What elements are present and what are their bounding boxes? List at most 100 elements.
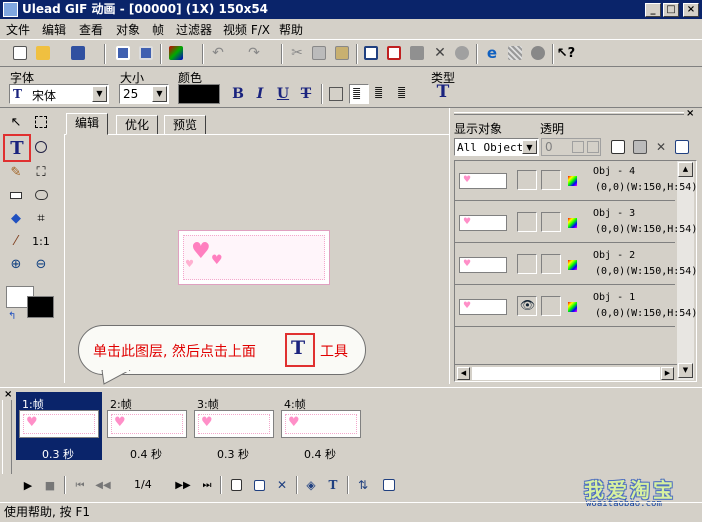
paintbrush-tool-icon[interactable]: ✎ [5,161,27,183]
object-properties-icon[interactable] [672,137,692,157]
tab-optimize[interactable]: 优化 [116,115,159,135]
reverse-order-icon[interactable]: ⇅ [353,475,373,495]
import-icon[interactable] [113,43,133,63]
object-row[interactable]: ♥ Obj - 4 (0,0)(W:150,H:54) [455,161,697,201]
chevron-down-icon[interactable]: ▼ [152,86,167,102]
lock-toggle[interactable] [541,212,561,232]
canvas-image[interactable]: ♥ ♥ ♥ [178,230,330,285]
align-center-icon[interactable]: ≡ ≡ [371,84,391,104]
frame-thumbnail[interactable]: 3:帧 ♥ 0.3 秒 [191,392,277,461]
chevron-down-icon[interactable]: ▼ [92,86,107,102]
ellipse-select-icon[interactable] [30,184,52,206]
export-icon[interactable] [136,43,156,63]
last-frame-icon[interactable]: ⏭ [197,475,217,495]
menu-frame[interactable]: 帧 [152,21,164,38]
dropdown-button[interactable] [587,141,599,153]
bold-button[interactable]: B [228,84,248,104]
duplicate-frame-icon[interactable] [249,475,269,495]
panel-grip[interactable] [454,112,684,115]
delete-object-icon[interactable]: ✕ [651,137,671,157]
text-effects-icon[interactable] [326,84,346,104]
frame-thumbnail[interactable]: 2:帧 ♥ 0.4 秒 [104,392,190,461]
fill-bucket-icon[interactable]: ◆ [5,207,27,229]
font-dropdown[interactable]: T 宋体 ▼ [9,84,109,104]
optimize-icon[interactable] [505,43,525,63]
menu-edit[interactable]: 编辑 [42,21,66,38]
visibility-toggle[interactable] [517,170,537,190]
duplicate-object-icon[interactable] [630,137,650,157]
transform-tool-icon[interactable] [30,136,52,158]
align-left-icon[interactable]: ≡ ≡ [349,84,369,104]
text-color-swatch[interactable] [178,84,220,104]
play-icon[interactable]: ▶ [18,475,38,495]
hscroll-track[interactable] [472,367,660,380]
visibility-toggle[interactable] [517,212,537,232]
menu-video-fx[interactable]: 视频 F/X [223,21,270,38]
undo-icon[interactable]: ↶ [208,43,228,63]
zoom-out-icon[interactable]: ⊖ [30,253,52,275]
lock-toggle[interactable] [541,296,561,316]
stop-icon[interactable]: ■ [40,475,60,495]
underline-button[interactable]: U [273,84,293,104]
open-folder-icon[interactable] [33,43,53,63]
add-frame-icon[interactable] [226,475,246,495]
menu-view[interactable]: 查看 [79,21,103,38]
settings-icon[interactable] [528,43,548,63]
spin-buttons[interactable] [572,141,584,153]
banner-text-icon[interactable]: T [323,475,343,495]
next-frame-icon[interactable]: ▶▶ [173,475,193,495]
save-icon[interactable] [68,43,88,63]
tab-preview[interactable]: 预览 [164,115,207,135]
frame-panel-grip[interactable] [2,400,12,474]
wizard-icon[interactable] [166,43,186,63]
delete-frame-icon[interactable]: ✕ [272,475,292,495]
visibility-toggle[interactable]: 👁 [517,296,537,316]
tab-edit[interactable]: 编辑 [66,113,109,135]
redo-icon[interactable]: ↷ [244,43,264,63]
menu-filter[interactable]: 过滤器 [176,21,212,38]
add-image-icon[interactable] [407,43,427,63]
eraser-tool-icon[interactable] [5,184,27,206]
frame-properties-icon[interactable] [379,475,399,495]
transparency-field[interactable]: 0 [541,138,601,156]
italic-button[interactable]: I [250,84,270,104]
rotate-icon[interactable] [452,43,472,63]
minimize-button[interactable]: _ [645,3,661,17]
new-object-icon[interactable] [608,137,628,157]
marquee-tool-icon[interactable] [30,111,52,133]
frame-thumbnail[interactable]: 4:帧 ♥ 0.4 秒 [278,392,364,461]
visibility-toggle[interactable] [517,254,537,274]
browser-preview-icon[interactable]: e [482,43,502,63]
close-icon[interactable]: × [4,389,12,400]
eyedropper-icon[interactable]: ⁄ [5,230,27,252]
lock-toggle[interactable] [541,170,561,190]
object-filter-dropdown[interactable]: All Objects ▼ [454,138,539,156]
frame-thumbnail[interactable]: 1:帧 ♥ 0.3 秒 [16,392,102,461]
maximize-button[interactable]: □ [663,3,679,17]
new-file-icon[interactable] [10,43,30,63]
previous-frame-icon[interactable]: ◀◀ [93,475,113,495]
swap-colors-icon[interactable]: ↰ [8,311,16,322]
tween-icon[interactable]: ◈ [301,475,321,495]
copy-icon[interactable] [309,43,329,63]
scroll-up-icon[interactable]: ▲ [678,162,693,177]
menu-file[interactable]: 文件 [6,21,30,38]
menu-object[interactable]: 对象 [116,21,140,38]
delete-frame-icon[interactable] [384,43,404,63]
paste-icon[interactable] [332,43,352,63]
help-pointer-icon[interactable]: ↖? [556,43,576,63]
crop-tool-icon[interactable]: ⌗ [30,207,52,229]
align-right-icon[interactable]: ≡ ≡ [393,84,413,104]
object-list-hscrollbar[interactable]: ◀ ▶ [455,364,677,381]
crop-icon[interactable]: ✕ [430,43,450,63]
close-icon[interactable]: × [686,108,694,119]
actual-size-icon[interactable]: 1:1 [30,230,52,252]
object-row[interactable]: ♥ 👁 Obj - 1 (0,0)(W:150,H:54) [455,287,697,327]
strikethrough-button[interactable]: T [296,84,316,104]
object-row[interactable]: ♥ Obj - 2 (0,0)(W:150,H:54) [455,245,697,285]
scroll-right-icon[interactable]: ▶ [661,367,674,380]
cut-icon[interactable]: ✂ [287,43,307,63]
chevron-down-icon[interactable]: ▼ [522,140,537,154]
lasso-tool-icon[interactable]: ⛶ [30,161,52,183]
zoom-in-icon[interactable]: ⊕ [5,253,27,275]
